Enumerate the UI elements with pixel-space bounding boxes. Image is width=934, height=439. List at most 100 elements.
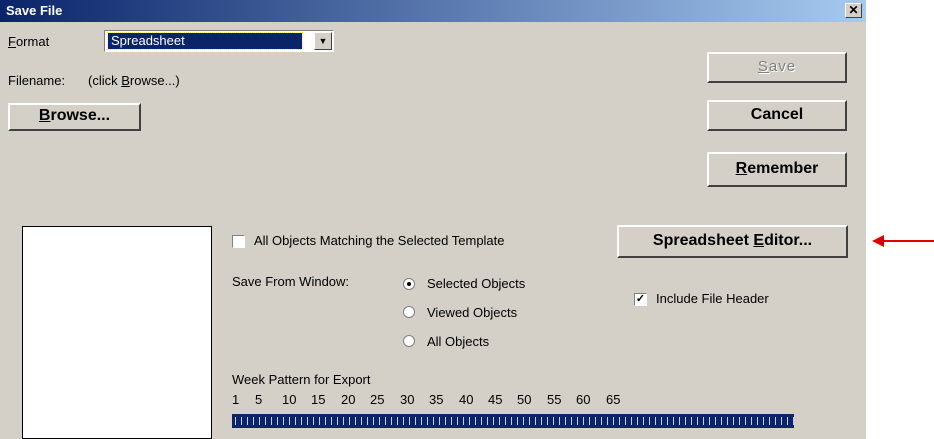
all-objects-matching-checkbox[interactable]	[232, 235, 245, 248]
week-tick[interactable]	[265, 417, 266, 425]
week-tick[interactable]	[541, 417, 542, 425]
week-tick[interactable]	[679, 417, 680, 425]
week-tick[interactable]	[499, 417, 500, 425]
week-tick[interactable]	[619, 417, 620, 425]
browse-button[interactable]: Browse...	[8, 103, 141, 131]
week-tick[interactable]	[787, 417, 788, 425]
week-tick[interactable]	[733, 417, 734, 425]
week-tick[interactable]	[385, 417, 386, 425]
week-tick[interactable]	[361, 417, 362, 425]
week-tick[interactable]	[685, 417, 686, 425]
week-tick[interactable]	[523, 417, 524, 425]
week-tick[interactable]	[475, 417, 476, 425]
format-select[interactable]: Spreadsheet ▼	[104, 30, 334, 52]
week-tick[interactable]	[625, 417, 626, 425]
week-tick[interactable]	[571, 417, 572, 425]
spreadsheet-editor-button[interactable]: Spreadsheet Editor...	[617, 225, 848, 258]
week-tick[interactable]	[751, 417, 752, 425]
week-tick[interactable]	[703, 417, 704, 425]
save-button[interactable]: Save	[707, 52, 847, 83]
title-bar[interactable]: Save File ✕	[0, 0, 866, 22]
week-tick[interactable]	[757, 417, 758, 425]
week-tick[interactable]	[535, 417, 536, 425]
week-tick[interactable]	[457, 417, 458, 425]
week-tick[interactable]	[271, 417, 272, 425]
week-tick[interactable]	[391, 417, 392, 425]
week-tick[interactable]	[367, 417, 368, 425]
week-tick[interactable]	[595, 417, 596, 425]
week-tick[interactable]	[631, 417, 632, 425]
week-tick[interactable]	[565, 417, 566, 425]
week-tick[interactable]	[337, 417, 338, 425]
week-tick[interactable]	[469, 417, 470, 425]
week-tick[interactable]	[775, 417, 776, 425]
chevron-down-icon[interactable]: ▼	[314, 32, 332, 50]
week-tick[interactable]	[277, 417, 278, 425]
week-tick[interactable]	[289, 417, 290, 425]
week-tick[interactable]	[259, 417, 260, 425]
week-tick[interactable]	[331, 417, 332, 425]
week-tick[interactable]	[721, 417, 722, 425]
week-tick[interactable]	[769, 417, 770, 425]
week-tick[interactable]	[241, 417, 242, 425]
week-tick[interactable]	[427, 417, 428, 425]
week-tick[interactable]	[661, 417, 662, 425]
week-tick[interactable]	[745, 417, 746, 425]
week-tick[interactable]	[601, 417, 602, 425]
week-tick[interactable]	[709, 417, 710, 425]
week-tick[interactable]	[673, 417, 674, 425]
week-tick[interactable]	[301, 417, 302, 425]
week-pattern-bar[interactable]	[232, 414, 794, 428]
week-tick[interactable]	[307, 417, 308, 425]
week-tick[interactable]	[235, 417, 236, 425]
week-tick[interactable]	[253, 417, 254, 425]
week-tick[interactable]	[403, 417, 404, 425]
week-tick[interactable]	[409, 417, 410, 425]
week-tick[interactable]	[439, 417, 440, 425]
week-tick[interactable]	[547, 417, 548, 425]
week-tick[interactable]	[481, 417, 482, 425]
week-tick[interactable]	[637, 417, 638, 425]
week-tick[interactable]	[397, 417, 398, 425]
week-tick[interactable]	[343, 417, 344, 425]
week-tick[interactable]	[553, 417, 554, 425]
week-tick[interactable]	[421, 417, 422, 425]
week-tick[interactable]	[559, 417, 560, 425]
week-tick[interactable]	[793, 417, 794, 425]
week-tick[interactable]	[589, 417, 590, 425]
week-tick[interactable]	[727, 417, 728, 425]
week-tick[interactable]	[379, 417, 380, 425]
week-tick[interactable]	[313, 417, 314, 425]
week-tick[interactable]	[451, 417, 452, 425]
radio-selected-objects[interactable]	[403, 278, 415, 290]
week-tick[interactable]	[373, 417, 374, 425]
week-tick[interactable]	[577, 417, 578, 425]
week-tick[interactable]	[511, 417, 512, 425]
week-tick[interactable]	[493, 417, 494, 425]
radio-all-objects[interactable]	[403, 335, 415, 347]
week-tick[interactable]	[325, 417, 326, 425]
week-tick[interactable]	[355, 417, 356, 425]
week-tick[interactable]	[529, 417, 530, 425]
week-tick[interactable]	[319, 417, 320, 425]
radio-viewed-objects[interactable]	[403, 306, 415, 318]
week-tick[interactable]	[415, 417, 416, 425]
week-tick[interactable]	[715, 417, 716, 425]
week-tick[interactable]	[739, 417, 740, 425]
week-tick[interactable]	[643, 417, 644, 425]
week-tick[interactable]	[463, 417, 464, 425]
week-tick[interactable]	[445, 417, 446, 425]
week-tick[interactable]	[655, 417, 656, 425]
week-tick[interactable]	[763, 417, 764, 425]
week-tick[interactable]	[781, 417, 782, 425]
close-button[interactable]: ✕	[845, 3, 862, 18]
week-tick[interactable]	[691, 417, 692, 425]
week-tick[interactable]	[607, 417, 608, 425]
week-tick[interactable]	[295, 417, 296, 425]
remember-button[interactable]: Remember	[707, 152, 847, 187]
week-tick[interactable]	[505, 417, 506, 425]
week-tick[interactable]	[697, 417, 698, 425]
week-tick[interactable]	[613, 417, 614, 425]
week-tick[interactable]	[283, 417, 284, 425]
week-tick[interactable]	[487, 417, 488, 425]
